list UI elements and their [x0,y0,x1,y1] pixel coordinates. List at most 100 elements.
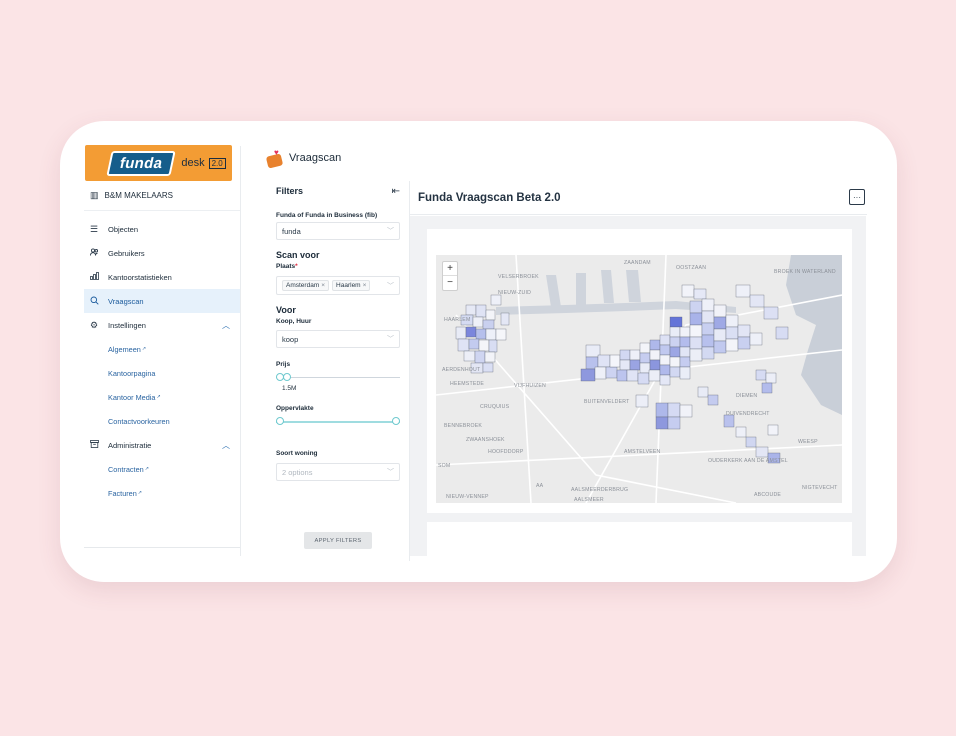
remove-tag-icon[interactable]: × [363,282,367,289]
tag-label: Amsterdam [286,282,320,289]
map-label: NIEUW-VENNEP [446,494,489,500]
prijs-value: 1.5M [282,385,297,392]
sidebar-subitem-facturen[interactable]: Facturen ↗ [84,481,240,505]
sidebar-subitem-kantoor-media[interactable]: Kantoor Media ↗ [84,385,240,409]
required-marker: * [295,263,298,270]
prijs-slider[interactable] [276,373,400,383]
map-label: BROEK IN WATERLAND [774,269,836,275]
shopping-bag-heart-icon: ♥ [265,148,284,169]
apply-filters-button[interactable]: APPLY FILTERS [304,532,372,549]
subitem-label: Contracten [108,464,144,474]
map-label: CRUQUIUS [480,404,510,410]
map-zoom-control: + − [442,261,458,291]
map-canvas: ZAANDAM OOSTZAAN BROEK IN WATERLAND VELS… [436,255,842,503]
sidebar-footer-divider [84,547,240,548]
sidebar-item-label: Gebruikers [108,248,145,258]
plaats-label: Plaats* [276,262,400,271]
dashboard-body: ZAANDAM OOSTZAAN BROEK IN WATERLAND VELS… [410,216,866,562]
map-label: OOSTZAAN [676,265,706,271]
sidebar: funda desk 2.0 ▥ B&M MAKELAARS ☰ Objecte… [84,145,240,565]
map-label: OUDERKERK AAN DE AMSTEL [708,458,788,464]
plaats-multiselect[interactable]: Amsterdam × Haarlem × ﹀ [276,276,400,295]
oppervlakte-slider[interactable] [276,417,400,427]
collapse-panel-icon[interactable]: ⇤ [392,186,400,197]
sidebar-item-label: Instellingen [108,320,146,330]
map-label: AA [536,483,544,489]
zoom-in-button[interactable]: + [443,262,457,276]
remove-tag-icon[interactable]: × [321,282,325,289]
map-label: BENNEBROEK [444,423,482,429]
koop-huur-label: Koop, Huur [276,318,312,325]
source-select[interactable]: funda ﹀ [276,222,400,240]
oppervlakte-label: Oppervlakte [276,405,314,412]
sidebar-item-kantoorstatistieken[interactable]: Kantoorstatistieken [84,265,240,289]
map-label: AALSMEER [574,497,604,503]
building-icon: ▥ [90,190,99,200]
external-link-icon: ↗ [141,346,147,352]
sidebar-subitem-algemeen[interactable]: Algemeen ↗ [84,337,240,361]
sidebar-subitem-contracten[interactable]: Contracten ↗ [84,457,240,481]
soort-woning-placeholder: 2 options [282,467,313,477]
subitem-label: Kantoorpagina [108,368,156,378]
source-label: Funda of Funda in Business (fib) [276,212,378,219]
koop-huur-value: koop [282,334,299,344]
funda-desk-logo[interactable]: funda desk 2.0 [85,145,232,181]
external-link-icon: ↗ [156,394,161,400]
map-label: ZWAANSHOEK [466,437,505,443]
logo-brand: funda [106,150,176,176]
map-label: DUIVENDRECHT [726,411,770,417]
plaats-tag[interactable]: Amsterdam × [282,280,330,291]
map-card: ZAANDAM OOSTZAAN BROEK IN WATERLAND VELS… [427,229,852,513]
subitem-label: Kantoor Media [108,392,156,402]
soort-woning-select[interactable]: 2 options ﹀ [276,463,400,481]
office-name: B&M MAKELAARS [104,191,173,200]
filters-panel: Filters ⇤ Funda of Funda in Business (fi… [276,183,400,481]
sidebar-item-administratie[interactable]: Administratie ︿ [84,433,240,457]
zoom-out-button[interactable]: − [443,276,457,290]
sidebar-item-gebruikers[interactable]: Gebruikers [84,241,240,265]
device-frame: funda desk 2.0 ▥ B&M MAKELAARS ☰ Objecte… [60,121,897,582]
map-label: AERDENHOUT [442,367,481,373]
sidebar-item-label: Administratie [108,440,152,450]
sidebar-item-instellingen[interactable]: ⚙ Instellingen ︿ [84,313,240,337]
map-label: VIJFHUIZEN [514,383,546,389]
oppervlakte-slider-min-handle[interactable] [276,417,284,425]
sidebar-item-objecten[interactable]: ☰ Objecten [84,217,240,241]
oppervlakte-slider-max-handle[interactable] [392,417,400,425]
secondary-card [427,522,852,562]
app-header: ♥ Vraagscan [265,148,341,169]
logo-version: 2.0 [208,157,226,169]
search-icon [90,296,104,307]
map-label: ABCOUDE [754,492,781,498]
soort-woning-label: Soort woning [276,450,318,457]
prijs-label: Prijs [276,361,291,368]
chevron-down-icon: ﹀ [387,469,394,476]
map-label: VELSERBROEK [498,274,539,280]
sidebar-divider [240,146,241,556]
more-options-button[interactable]: ··· [849,189,865,205]
map-label: AALSMEERDERBRUG [571,487,628,493]
sidebar-item-vraagscan[interactable]: Vraagscan [84,289,240,313]
map-label: AMSTELVEEN [624,449,661,455]
choropleth-map[interactable]: ZAANDAM OOSTZAAN BROEK IN WATERLAND VELS… [436,255,842,503]
prijs-slider-max-handle[interactable] [283,373,291,381]
archive-icon [90,440,104,450]
plaats-tag[interactable]: Haarlem × [332,280,371,291]
main-header: Funda Vraagscan Beta 2.0 [410,181,867,215]
map-label: DIEMEN [736,393,757,399]
sidebar-subitem-kantoorpagina[interactable]: Kantoorpagina [84,361,240,385]
map-label: NIEUW-ZUID [498,290,531,296]
map-label: HOOFDDORP [488,449,524,455]
map-label: NIGTEVECHT [802,485,838,491]
sidebar-item-label: Kantoorstatistieken [108,272,172,282]
sidebar-item-label: Objecten [108,224,139,234]
chevron-up-icon[interactable]: ︿ [222,440,230,451]
plaats-label-text: Plaats [276,263,296,270]
chevron-down-icon: ﹀ [387,228,394,235]
users-icon [90,248,104,258]
filters-title: Filters [276,186,304,196]
koop-huur-select[interactable]: koop ﹀ [276,330,400,348]
subitem-label: Contactvoorkeuren [108,416,170,426]
chevron-up-icon[interactable]: ︿ [222,320,230,331]
sidebar-subitem-contactvoorkeuren[interactable]: Contactvoorkeuren [84,409,240,433]
